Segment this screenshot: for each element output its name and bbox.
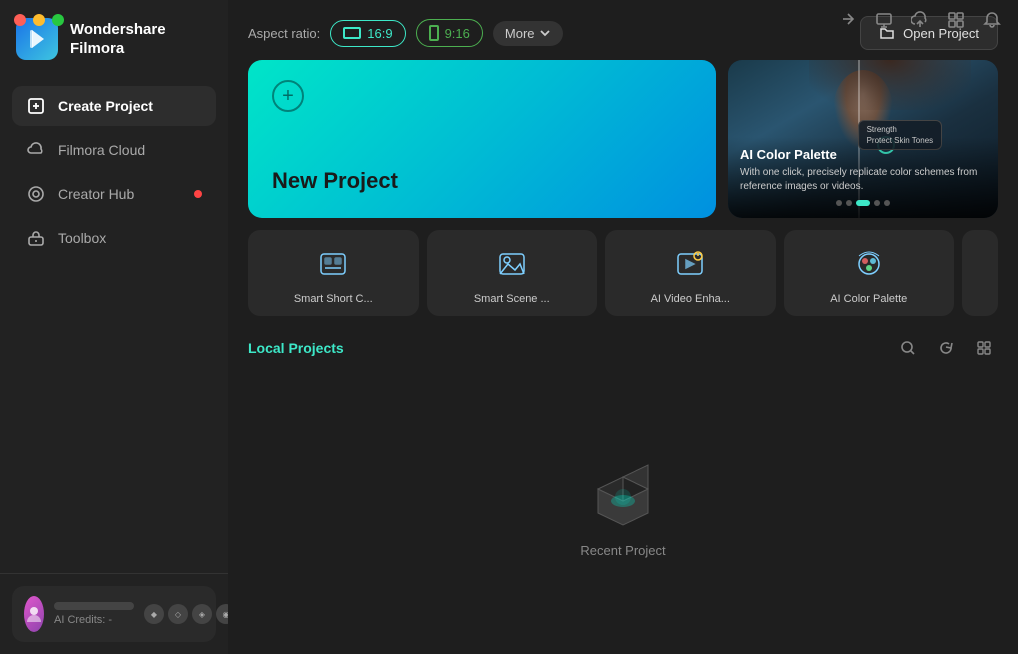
top-bar: Aspect ratio: 16:9 9:16 More (228, 0, 1018, 60)
maximize-dot[interactable] (52, 14, 64, 26)
close-dot[interactable] (14, 14, 26, 26)
sidebar-item-filmora-cloud[interactable]: Filmora Cloud (12, 130, 216, 170)
ai-tool-ai-color-palette[interactable]: AI Color Palette (784, 230, 955, 316)
ai-tool-ai-video-enhance[interactable]: AI Video Enha... (605, 230, 776, 316)
profile-name-bar (54, 602, 134, 610)
ai-video-enhance-icon (670, 244, 710, 284)
local-projects-title: Local Projects (248, 340, 344, 356)
chevron-down-icon (539, 27, 551, 39)
nav-items: Create Project Filmora Cloud Creator Hub (0, 78, 228, 573)
filmora-cloud-label: Filmora Cloud (58, 142, 145, 158)
main-wrapper: Aspect ratio: 16:9 9:16 More (228, 0, 1018, 654)
top-right-icons (838, 10, 1002, 30)
profile-icon-1[interactable]: ◆ (144, 604, 164, 624)
sidebar-item-toolbox[interactable]: Toolbox (12, 218, 216, 258)
creator-hub-notification-dot (194, 190, 202, 198)
recent-project-label: Recent Project (580, 543, 665, 558)
aspect-ratio-label: Aspect ratio: (248, 26, 320, 41)
profile-credits: AI Credits: - (54, 614, 134, 626)
ai-tools-row: Smart Short C... Smart Scene ... (228, 230, 1018, 330)
new-project-title: New Project (272, 168, 692, 194)
feature-card-inner: Strength Protect Skin Tones AI Color Pal… (728, 60, 998, 218)
local-projects-header: Local Projects (228, 330, 1018, 374)
ratio-16-9-icon (343, 27, 361, 39)
smart-scene-icon (492, 244, 532, 284)
toolbox-icon (26, 228, 46, 248)
open-box-svg (583, 451, 663, 531)
view-toggle-button[interactable] (970, 334, 998, 362)
ai-video-enhance-label: AI Video Enha... (651, 292, 730, 306)
ratio-9-16-icon (429, 25, 439, 41)
profile-info: AI Credits: - (54, 602, 134, 626)
aspect-9-16-label: 9:16 (445, 26, 470, 41)
hero-section: + New Project (228, 60, 1018, 230)
empty-state: Recent Project (228, 374, 1018, 654)
ai-color-palette-icon (849, 244, 889, 284)
profile-icon-3[interactable]: ◈ (192, 604, 212, 624)
sidebar-bottom: AI Credits: - ◆ ◇ ◈ ◉ › (0, 573, 228, 654)
grid-icon[interactable] (946, 10, 966, 30)
cloud-upload-icon[interactable] (910, 10, 930, 30)
dot-3-active[interactable] (856, 200, 870, 206)
create-project-icon (26, 96, 46, 116)
avatar (24, 596, 44, 632)
feature-desc: With one click, precisely replicate colo… (740, 166, 986, 194)
dot-4[interactable] (874, 200, 880, 206)
profile-card[interactable]: AI Credits: - ◆ ◇ ◈ ◉ › (12, 586, 216, 642)
strength-label: Strength (867, 125, 934, 134)
smart-short-label: Smart Short C... (294, 292, 373, 306)
dot-1[interactable] (836, 200, 842, 206)
feature-overlay: AI Color Palette With one click, precise… (728, 137, 998, 218)
bell-icon[interactable] (982, 10, 1002, 30)
header-actions (894, 334, 998, 362)
more-tools-button[interactable] (962, 230, 998, 316)
share-icon[interactable] (838, 10, 858, 30)
aspect-ratio-group: Aspect ratio: 16:9 9:16 More (248, 19, 563, 47)
new-project-card[interactable]: + New Project (248, 60, 716, 218)
create-project-label: Create Project (58, 98, 153, 114)
feature-card: Strength Protect Skin Tones AI Color Pal… (728, 60, 998, 218)
logo-area: Wondershare Filmora (0, 0, 228, 78)
sidebar-item-create-project[interactable]: Create Project (12, 86, 216, 126)
aspect-16-9-label: 16:9 (367, 26, 392, 41)
creator-hub-icon (26, 184, 46, 204)
minimize-dot[interactable] (33, 14, 45, 26)
creator-hub-label: Creator Hub (58, 186, 134, 202)
dot-5[interactable] (884, 200, 890, 206)
sidebar-item-creator-hub[interactable]: Creator Hub (12, 174, 216, 214)
cloud-icon (26, 140, 46, 160)
ai-tool-smart-short[interactable]: Smart Short C... (248, 230, 419, 316)
feature-title: AI Color Palette (740, 147, 986, 162)
smart-scene-label: Smart Scene ... (474, 292, 550, 306)
new-project-plus-icon: + (272, 80, 304, 112)
ai-tool-smart-scene[interactable]: Smart Scene ... (427, 230, 598, 316)
profile-icon-2[interactable]: ◇ (168, 604, 188, 624)
smart-short-icon (313, 244, 353, 284)
feature-pagination-dots (740, 200, 986, 206)
profile-action-icons: ◆ ◇ ◈ ◉ (144, 604, 236, 624)
sidebar: Wondershare Filmora Create Project Filmo… (0, 0, 228, 654)
ai-color-palette-label: AI Color Palette (830, 292, 907, 306)
refresh-projects-button[interactable] (932, 334, 960, 362)
search-projects-button[interactable] (894, 334, 922, 362)
aspect-16-9-button[interactable]: 16:9 (330, 20, 405, 47)
empty-box-icon (583, 451, 663, 531)
dot-2[interactable] (846, 200, 852, 206)
window-controls (14, 14, 64, 26)
monitor-icon[interactable] (874, 10, 894, 30)
more-label: More (505, 26, 535, 41)
app-name: Wondershare Filmora (70, 20, 166, 59)
main-content: Aspect ratio: 16:9 9:16 More (228, 0, 1018, 654)
aspect-9-16-button[interactable]: 9:16 (416, 19, 483, 47)
more-aspect-button[interactable]: More (493, 21, 563, 46)
toolbox-label: Toolbox (58, 230, 106, 246)
